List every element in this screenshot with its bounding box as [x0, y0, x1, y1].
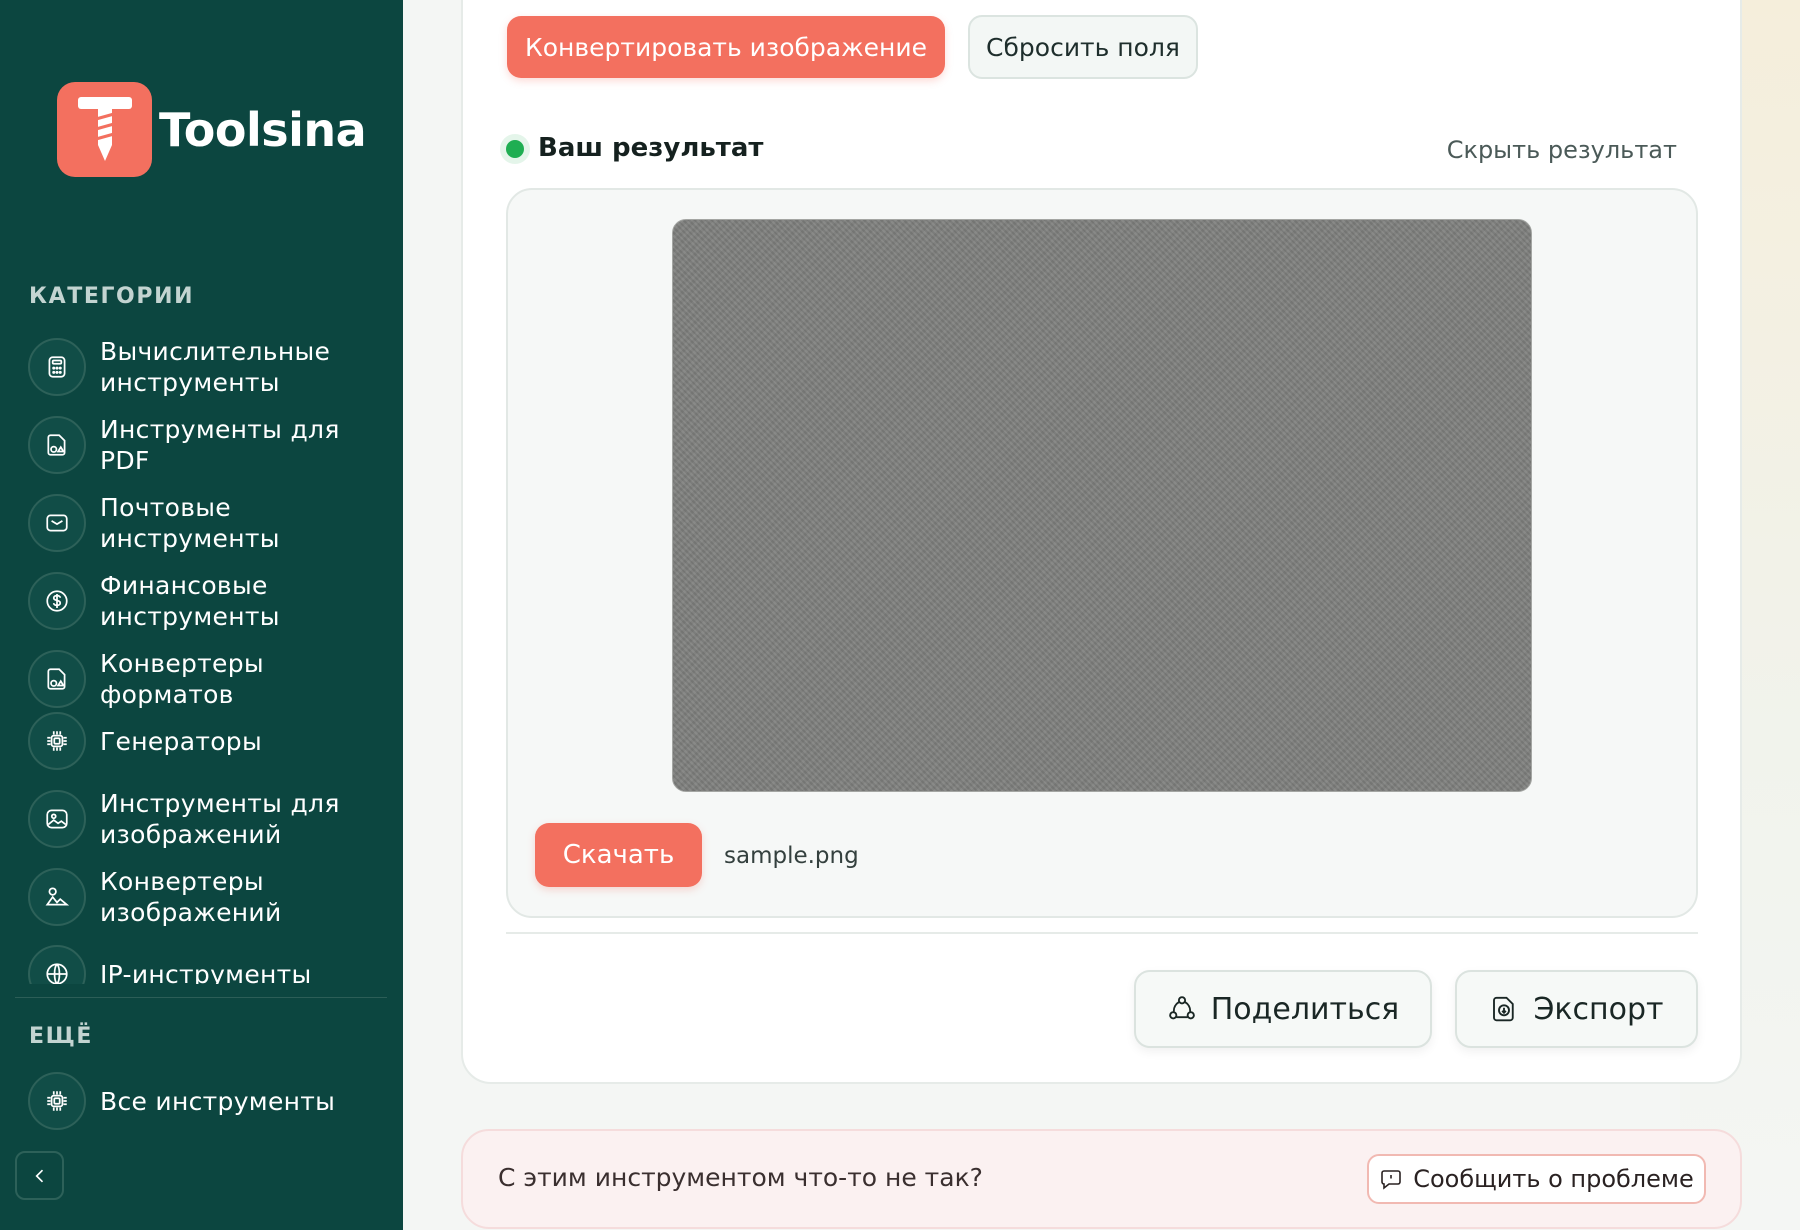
sidebar-item-label: Почтовые инструменты [100, 493, 280, 553]
sidebar-item-label: Все инструменты [100, 1086, 336, 1116]
sidebar-item-mail-tools[interactable]: Почтовые инструменты [28, 492, 388, 554]
image-icon [28, 790, 86, 848]
sidebar-item-ip-tools[interactable]: IP-инструменты [28, 945, 388, 984]
share-button[interactable]: Поделиться [1134, 970, 1432, 1048]
chip-icon [28, 712, 86, 770]
more-heading: ЕЩЁ [29, 1024, 94, 1049]
result-title: Ваш результат [538, 133, 764, 163]
share-icon [1168, 996, 1195, 1020]
sidebar-item-label: Генераторы [100, 726, 263, 756]
sidebar-item-pdf-tools[interactable]: Инструменты для PDF [28, 414, 388, 476]
sidebar: Toolsina КАТЕГОРИИ Вычислительные инстру… [0, 0, 403, 1230]
sidebar-item-format-converters[interactable]: Конвертеры форматов [28, 648, 388, 710]
dollar-icon [28, 572, 86, 630]
export-label: Экспорт [1533, 991, 1664, 1027]
logo[interactable]: Toolsina [57, 82, 367, 177]
report-problem-button[interactable]: Сообщить о проблеме [1367, 1154, 1706, 1204]
export-button[interactable]: Экспорт [1455, 970, 1698, 1048]
report-button-label: Сообщить о проблеме [1413, 1165, 1694, 1193]
sidebar-item-label: Конвертеры форматов [100, 649, 264, 709]
download-button[interactable]: Скачать [535, 823, 702, 887]
sidebar-item-generators[interactable]: Генераторы [28, 712, 388, 770]
sidebar-item-label: Конвертеры изображений [100, 867, 282, 927]
card-divider [506, 932, 1698, 934]
sidebar-item-label: Вычислительные инструменты [100, 337, 331, 397]
sidebar-item-label: Инструменты для изображений [100, 789, 340, 849]
collapse-sidebar-button[interactable] [15, 1151, 64, 1200]
sidebar-item-label: IP-инструменты [100, 959, 312, 985]
logo-screw-icon [57, 82, 152, 177]
status-dot [506, 140, 524, 158]
hide-result-link[interactable]: Скрыть результат [1447, 136, 1677, 164]
sidebar-item-calculation-tools[interactable]: Вычислительные инструменты [28, 336, 388, 398]
file-shapes-icon [28, 650, 86, 708]
reset-fields-button[interactable]: Сбросить поля [968, 15, 1198, 79]
export-icon [1493, 996, 1515, 1022]
sidebar-item-image-converters[interactable]: Конвертеры изображений [28, 866, 388, 928]
convert-image-button[interactable]: Конвертировать изображение [507, 16, 945, 78]
share-label: Поделиться [1210, 991, 1400, 1027]
brand-name: Toolsina [159, 102, 367, 157]
report-question: С этим инструментом что-то не так? [498, 1163, 983, 1192]
result-filename: sample.png [724, 843, 859, 869]
sidebar-item-label: Инструменты для PDF [100, 415, 340, 475]
categories-heading: КАТЕГОРИИ [29, 284, 195, 309]
chevron-left-icon [34, 1169, 43, 1182]
message-alert-icon [1381, 1170, 1402, 1190]
globe-icon [28, 945, 86, 984]
sidebar-item-label: Финансовые инструменты [100, 571, 280, 631]
calculator-icon [28, 338, 86, 396]
sidebar-item-finance-tools[interactable]: Финансовые инструменты [28, 570, 388, 632]
sidebar-divider [15, 997, 387, 998]
sidebar-item-image-tools[interactable]: Инструменты для изображений [28, 788, 388, 850]
category-nav: Вычислительные инструменты Инструменты д… [0, 328, 403, 984]
sidebar-item-all-tools[interactable]: Все инструменты [28, 1072, 388, 1130]
mail-icon [28, 494, 86, 552]
file-shapes-icon [28, 416, 86, 474]
result-image-preview [672, 219, 1532, 792]
chip-icon [28, 1072, 86, 1130]
shapes-icon [28, 868, 86, 926]
